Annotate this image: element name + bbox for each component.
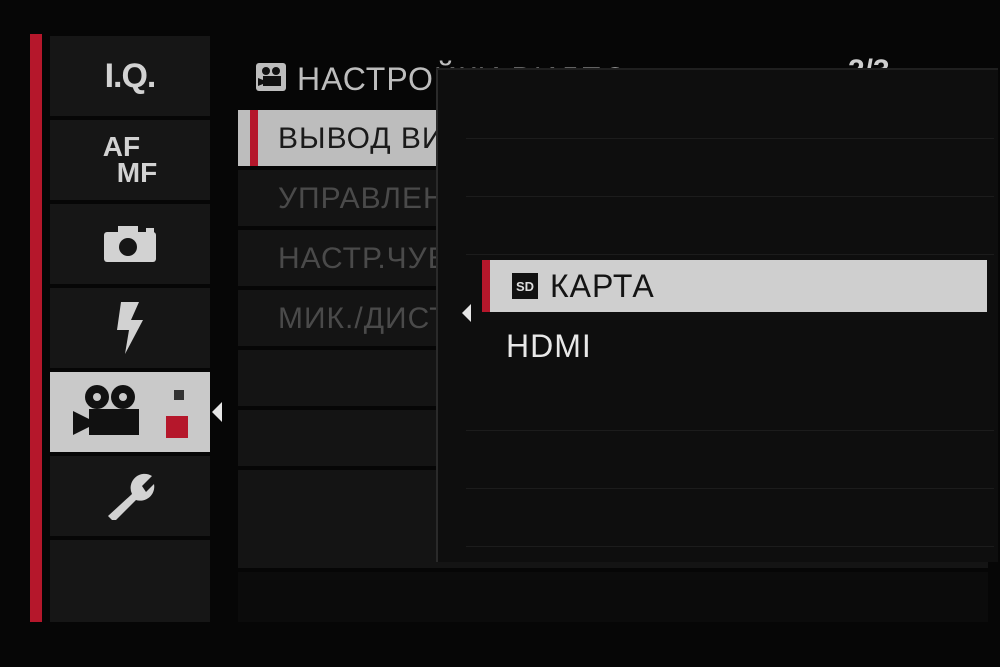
popup-empty-row	[466, 82, 994, 139]
selection-marker	[482, 260, 490, 312]
page-indicator-active	[166, 416, 188, 438]
page-indicator	[166, 390, 192, 444]
sidebar-pointer-icon	[212, 402, 222, 422]
sidebar-item-shooting[interactable]	[50, 204, 210, 284]
sidebar-item-iq[interactable]: I.Q.	[50, 36, 210, 116]
sidebar-item-setup[interactable]	[50, 456, 210, 536]
sd-card-icon: SD	[512, 273, 538, 299]
accent-bar	[30, 34, 42, 622]
popup-empty-row	[466, 432, 994, 489]
output-popup: SD КАРТА HDMI	[436, 68, 998, 562]
af-mf-icon: AF MF	[102, 131, 158, 188]
popup-empty-row	[466, 490, 994, 547]
wrench-icon	[102, 472, 158, 520]
bottom-band	[238, 572, 988, 622]
sidebar-item-empty	[50, 540, 210, 622]
movie-settings-icon	[255, 62, 287, 96]
selection-marker	[250, 110, 258, 166]
camera-menu-screen: I.Q. AF MF НАСТРОЙКИ ВЫВОД ВИДЕО УПРАВЛЕ…	[0, 0, 1000, 667]
popup-option-label: HDMI	[506, 327, 592, 364]
popup-option-card[interactable]: SD КАРТА	[482, 260, 987, 312]
popup-option-hdmi[interactable]: HDMI	[482, 320, 987, 372]
popup-empty-row	[466, 140, 994, 197]
flash-icon	[113, 302, 147, 354]
menu-item-label: МИК./ДИСТ.	[278, 302, 455, 335]
popup-empty-row	[466, 374, 994, 431]
sidebar-item-movie[interactable]	[50, 372, 210, 452]
popup-pointer-icon	[462, 304, 471, 322]
sidebar-item-flash[interactable]	[50, 288, 210, 368]
sidebar-item-af-mf[interactable]: AF MF	[50, 120, 210, 200]
movie-camera-icon	[73, 383, 147, 441]
camera-icon	[102, 224, 158, 264]
iq-icon: I.Q.	[104, 56, 157, 95]
page-indicator-inactive	[174, 390, 184, 400]
popup-option-label: КАРТА	[550, 267, 655, 304]
popup-empty-row	[466, 198, 994, 255]
